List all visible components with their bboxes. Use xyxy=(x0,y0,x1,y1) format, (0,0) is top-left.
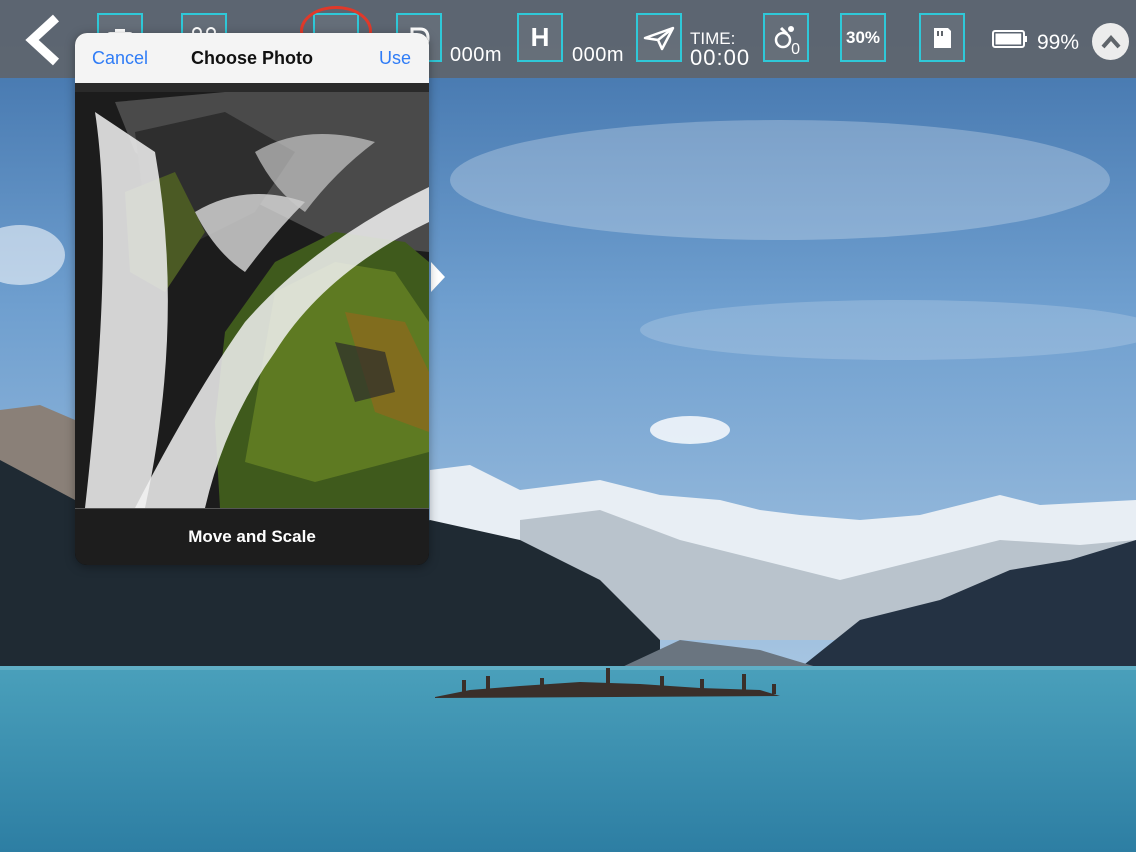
satellite-button[interactable]: 0 xyxy=(763,13,809,62)
flight-timer: TIME: 00:00 xyxy=(690,30,750,69)
send-icon xyxy=(643,26,675,50)
popover-arrow-icon xyxy=(431,262,445,292)
chevron-up-icon xyxy=(1101,34,1120,48)
move-and-scale-label: Move and Scale xyxy=(188,527,316,546)
distance-value: 000m xyxy=(450,44,503,66)
send-button[interactable] xyxy=(636,13,682,62)
battery-percent: 99% xyxy=(1037,31,1080,54)
battery-icon xyxy=(992,30,1027,48)
height-button[interactable]: H xyxy=(517,13,563,62)
popover-header: Cancel Choose Photo Use xyxy=(75,33,429,83)
time-value: 00:00 xyxy=(690,45,751,70)
back-chevron-icon xyxy=(25,14,60,66)
sd-card-button[interactable] xyxy=(919,13,965,62)
photo-crop-area[interactable] xyxy=(75,92,429,508)
satellite-count: 0 xyxy=(791,41,800,58)
popover-title: Choose Photo xyxy=(191,48,313,68)
use-button[interactable]: Use xyxy=(379,48,411,69)
collapse-toolbar-button[interactable] xyxy=(1092,23,1129,60)
popover-divider xyxy=(75,83,429,92)
back-button[interactable] xyxy=(20,12,68,68)
zoom-button[interactable]: 30% xyxy=(840,13,886,62)
sd-card-icon xyxy=(934,27,951,48)
popover-footer: Move and Scale xyxy=(75,508,429,565)
choose-photo-popover: Cancel Choose Photo Use Move and Scale xyxy=(75,33,429,565)
height-icon: H xyxy=(530,22,550,52)
zoom-label: 30% xyxy=(845,27,881,47)
height-value: 000m xyxy=(572,44,625,66)
